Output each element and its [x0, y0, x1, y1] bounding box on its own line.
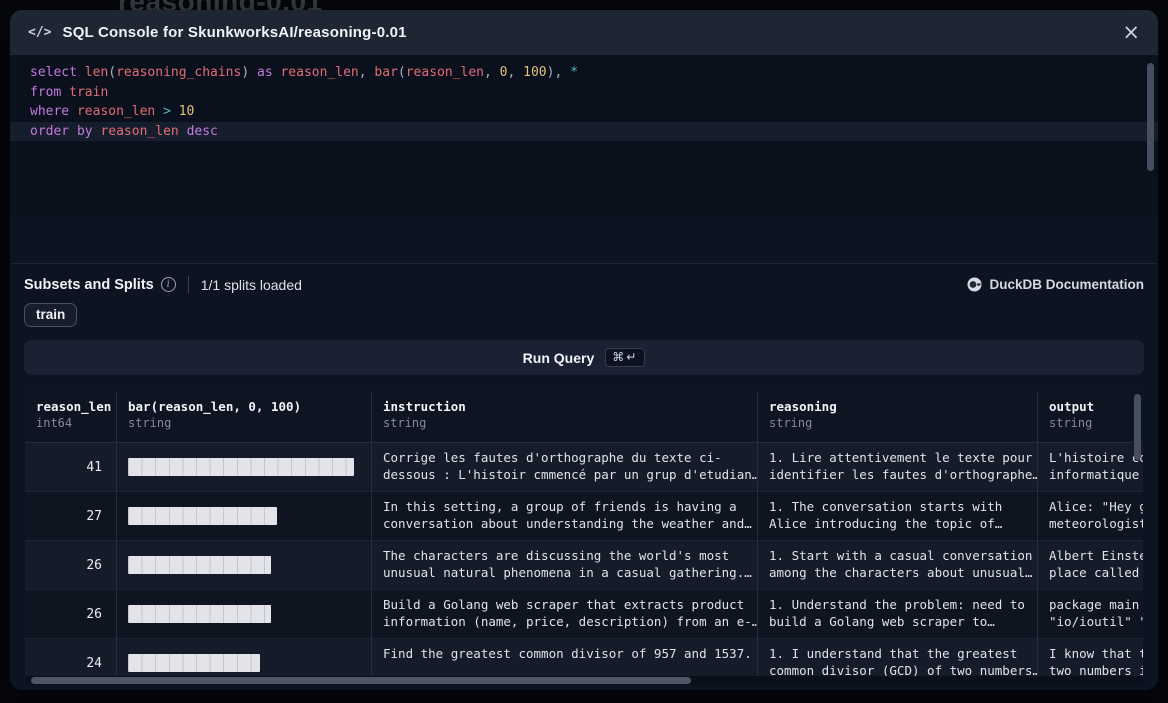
bar-glyph — [128, 556, 271, 574]
cell-bar[interactable] — [117, 541, 372, 589]
splits-loaded-text: 1/1 splits loaded — [201, 277, 302, 293]
cell-output[interactable]: Alice: "Hey g meteorologist — [1038, 492, 1144, 540]
table-row: 27 In this setting, a group of friends is… — [25, 492, 1143, 541]
cell-output[interactable]: Albert Einste place called — [1038, 541, 1144, 589]
code-line[interactable]: where reason_len > 10 — [10, 102, 1158, 122]
duckdb-docs-link[interactable]: DuckDB Documentation — [967, 277, 1144, 292]
cell-instruction[interactable]: In this setting, a group of friends is h… — [372, 492, 758, 540]
divider — [188, 276, 189, 293]
subsets-title: Subsets and Splits — [24, 277, 154, 293]
column-header-reason_len[interactable]: reason_len int64 — [25, 391, 117, 442]
column-header-instruction[interactable]: instruction string — [372, 391, 758, 442]
cell-reason-len[interactable]: 26 — [25, 541, 117, 589]
keyboard-shortcut-badge: ⌘↵ — [605, 348, 645, 367]
bar-glyph — [128, 458, 354, 476]
splits-chips: train — [10, 293, 1158, 327]
cell-bar[interactable] — [117, 443, 372, 491]
bar-glyph — [128, 605, 271, 623]
modal-titlebar: </> SQL Console for SkunkworksAI/reasoni… — [10, 10, 1158, 55]
code-icon: </> — [28, 25, 51, 40]
table-header-row: reason_len int64 bar(reason_len, 0, 100) st… — [25, 391, 1143, 443]
column-name: instruction — [383, 399, 746, 414]
column-header-output[interactable]: output string — [1038, 391, 1144, 442]
horizontal-scrollbar-thumb[interactable] — [31, 677, 691, 684]
sql-editor[interactable]: select len(reasoning_chains) as reason_l… — [10, 55, 1158, 217]
column-type: string — [128, 416, 360, 430]
cell-reasoning[interactable]: 1. Understand the problem: need to build… — [758, 590, 1038, 638]
table-body: 41 Corrige les fautes d'orthographe du te… — [25, 443, 1143, 686]
cell-reasoning[interactable]: 1. Lire attentivement le texte pour iden… — [758, 443, 1038, 491]
subsets-row: Subsets and Splits i 1/1 splits loaded D… — [10, 264, 1158, 293]
code-line[interactable]: from train — [10, 83, 1158, 103]
cell-instruction[interactable]: Build a Golang web scraper that extracts… — [372, 590, 758, 638]
column-name: reasoning — [769, 399, 1026, 414]
cell-reasoning[interactable]: 1. Start with a casual conversation amon… — [758, 541, 1038, 589]
duckdb-docs-label: DuckDB Documentation — [989, 277, 1144, 292]
cell-bar[interactable] — [117, 590, 372, 638]
column-type: string — [1049, 416, 1144, 430]
column-name: bar(reason_len, 0, 100) — [128, 399, 360, 414]
cell-output[interactable]: package main "io/ioutil" " — [1038, 590, 1144, 638]
editor-vertical-scrollbar[interactable] — [1147, 63, 1154, 171]
run-query-label: Run Query — [523, 350, 595, 366]
column-name: reason_len — [36, 399, 105, 414]
results-table: reason_len int64 bar(reason_len, 0, 100) st… — [24, 390, 1144, 686]
table-vertical-scrollbar[interactable] — [1134, 394, 1141, 460]
cell-instruction[interactable]: Corrige les fautes d'orthographe du text… — [372, 443, 758, 491]
sql-console-modal: </> SQL Console for SkunkworksAI/reasoni… — [10, 10, 1158, 690]
modal-title: SQL Console for SkunkworksAI/reasoning-0… — [62, 24, 406, 41]
sql-code: select len(reasoning_chains) as reason_l… — [10, 63, 1158, 141]
column-type: string — [383, 416, 746, 430]
run-query-button[interactable]: Run Query ⌘↵ — [24, 340, 1144, 375]
column-header-barreason_len0100[interactable]: bar(reason_len, 0, 100) string — [117, 391, 372, 442]
column-type: string — [769, 416, 1026, 430]
column-header-reasoning[interactable]: reasoning string — [758, 391, 1038, 442]
cell-reasoning[interactable]: 1. The conversation starts with Alice in… — [758, 492, 1038, 540]
column-type: int64 — [36, 416, 105, 430]
code-line[interactable]: order by reason_len desc — [10, 122, 1158, 142]
table-row: 26 Build a Golang web scraper that extrac… — [25, 590, 1143, 639]
duckdb-logo-icon — [967, 277, 982, 292]
bar-glyph — [128, 507, 277, 525]
cell-reason-len[interactable]: 27 — [25, 492, 117, 540]
cell-reason-len[interactable]: 26 — [25, 590, 117, 638]
table-row: 41 Corrige les fautes d'orthographe du te… — [25, 443, 1143, 492]
split-chip-train[interactable]: train — [24, 303, 77, 327]
bar-glyph — [128, 654, 260, 672]
code-line[interactable]: select len(reasoning_chains) as reason_l… — [10, 63, 1158, 83]
cell-reason-len[interactable]: 41 — [25, 443, 117, 491]
cell-bar[interactable] — [117, 492, 372, 540]
close-icon[interactable]: × — [1122, 22, 1140, 43]
column-name: output — [1049, 399, 1144, 414]
info-icon[interactable]: i — [161, 277, 176, 292]
cell-output[interactable]: L'histoire co informatique — [1038, 443, 1144, 491]
table-row: 26 The characters are discussing the worl… — [25, 541, 1143, 590]
cell-instruction[interactable]: The characters are discussing the world'… — [372, 541, 758, 589]
horizontal-scrollbar-track[interactable] — [25, 676, 1143, 685]
